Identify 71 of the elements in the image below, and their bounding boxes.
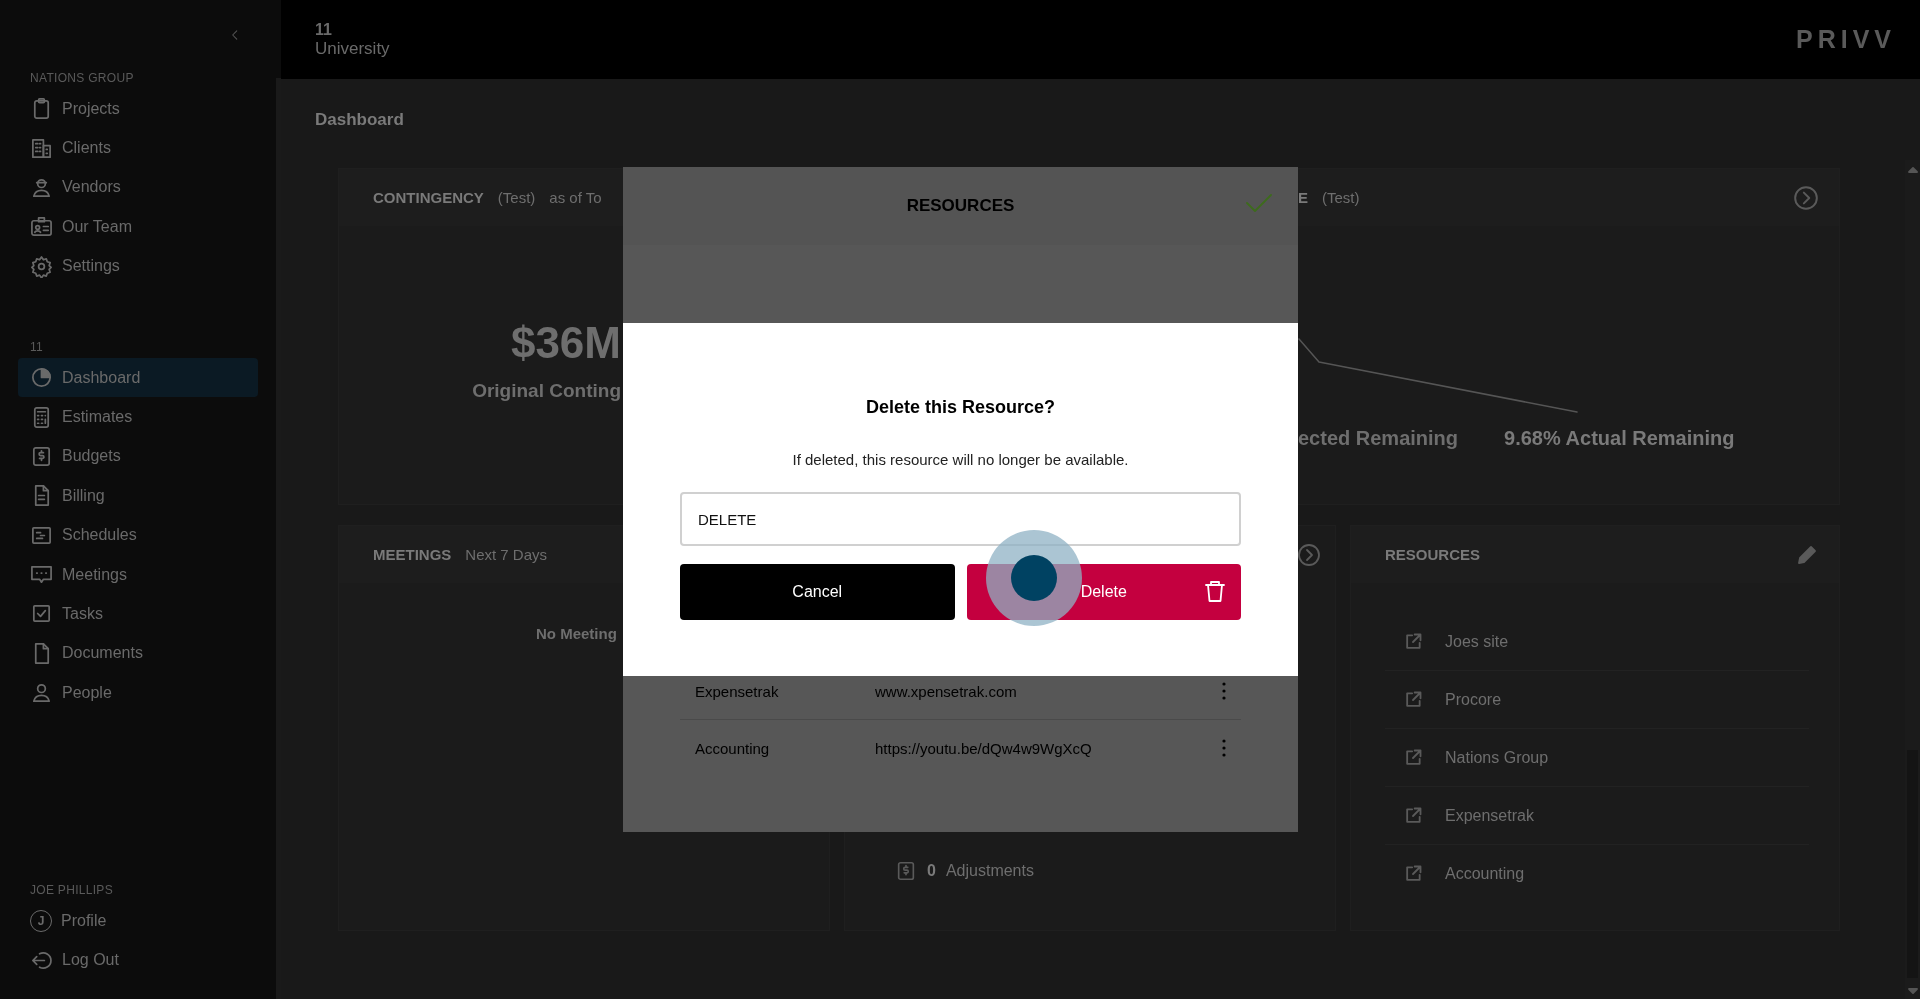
- sidebar-item[interactable]: Our Team: [18, 207, 258, 247]
- project-name: University: [315, 39, 390, 59]
- external-link-icon: [1403, 747, 1423, 768]
- sidebar-item[interactable]: Clients: [18, 128, 258, 168]
- stat-label: ected Remaining: [1298, 427, 1459, 450]
- scrollbar[interactable]: [276, 78, 281, 999]
- card-title: CONTINGENCY: [373, 189, 484, 206]
- card-title: MEETINGS: [373, 546, 452, 563]
- sidebar-item[interactable]: Settings: [18, 246, 258, 286]
- sidebar-item[interactable]: Estimates: [18, 397, 258, 437]
- resource-url: https://youtu.be/dQw4w9WgXcQ: [875, 739, 1093, 757]
- resource-name: Expensetrak: [694, 682, 780, 700]
- user-icon: [30, 681, 53, 705]
- empty-message: No Meeting: [536, 625, 617, 642]
- building-icon: [30, 136, 53, 160]
- external-link-icon: [1403, 863, 1423, 884]
- resource-link[interactable]: Expensetrak: [1385, 787, 1809, 845]
- resource-link[interactable]: Accounting: [1385, 845, 1809, 902]
- scroll-up-icon[interactable]: [1907, 166, 1918, 174]
- cancel-button[interactable]: Cancel: [680, 564, 955, 620]
- text-field[interactable]: DELETE: [680, 492, 1241, 546]
- sidebar-item[interactable]: Schedules: [18, 515, 258, 555]
- card-title: RESOURCES: [1385, 546, 1481, 563]
- sidebar-item[interactable]: Vendors: [18, 167, 258, 208]
- dollar-icon: [30, 444, 53, 468]
- external-link-icon: [1403, 631, 1423, 652]
- sidebar-item[interactable]: Budgets: [18, 436, 258, 477]
- modal-title: RESOURCES: [906, 196, 1015, 216]
- section-label: NATIONS GROUP: [29, 70, 135, 87]
- sidebar-item[interactable]: Dashboard: [18, 357, 258, 398]
- resource-link[interactable]: Nations Group: [1385, 729, 1809, 787]
- adjustment-label: Adjustments: [945, 862, 1034, 880]
- card-tag: (Test): [497, 189, 536, 206]
- stat-label: 9.68% Actual Remaining: [1504, 427, 1735, 450]
- card-tag: (Test): [1322, 189, 1360, 206]
- resource-link[interactable]: Procore: [1385, 671, 1809, 729]
- sidebar-item[interactable]: Billing: [18, 476, 258, 516]
- project-number: 11: [315, 20, 333, 39]
- amount-value: $36M: [510, 318, 621, 368]
- card-subtitle: Next 7 Days: [465, 546, 548, 563]
- resource-name: Accounting: [694, 739, 771, 757]
- more-icon[interactable]: [1222, 739, 1226, 757]
- resource-url: www.xpensetrak.com: [875, 682, 1018, 700]
- sidebar-item[interactable]: Projects: [18, 89, 258, 129]
- sidebar-item[interactable]: Meetings: [18, 554, 258, 595]
- card-date: as of To: [549, 189, 602, 206]
- card-title: E: [1298, 189, 1308, 206]
- id-card-icon: [30, 215, 53, 239]
- adjustment-count: 0: [927, 862, 936, 880]
- logo: PRIVV: [1795, 25, 1896, 54]
- external-link-icon: [1403, 805, 1423, 826]
- page-title: Dashboard: [315, 109, 404, 130]
- sidebar-item[interactable]: Log Out: [18, 940, 258, 980]
- dialog-message: If deleted, this resource will no longer be available.: [792, 451, 1129, 468]
- dialog-title: Delete this Resource?: [865, 397, 1056, 418]
- sidebar-item[interactable]: Documents: [18, 633, 258, 674]
- more-icon[interactable]: [1222, 682, 1226, 700]
- sidebar-item[interactable]: Tasks: [18, 594, 258, 634]
- amount-label: Original Conting: [472, 380, 621, 402]
- scroll-down-icon[interactable]: [1907, 987, 1918, 995]
- section-label: JOE PHILLIPS: [29, 882, 114, 900]
- external-link-icon: [1403, 689, 1423, 710]
- checkmark-icon[interactable]: [1245, 193, 1273, 213]
- sidebar-item[interactable]: J Profile: [18, 901, 258, 941]
- chevron-right-circle-icon[interactable]: [1297, 542, 1321, 567]
- section-label: 11: [29, 338, 45, 356]
- sidebar-item[interactable]: People: [18, 673, 258, 713]
- resource-link[interactable]: Joes site: [1385, 613, 1809, 671]
- settings-icon: [30, 254, 53, 278]
- pie-chart-icon: [30, 366, 53, 390]
- dollar-icon: [895, 859, 917, 883]
